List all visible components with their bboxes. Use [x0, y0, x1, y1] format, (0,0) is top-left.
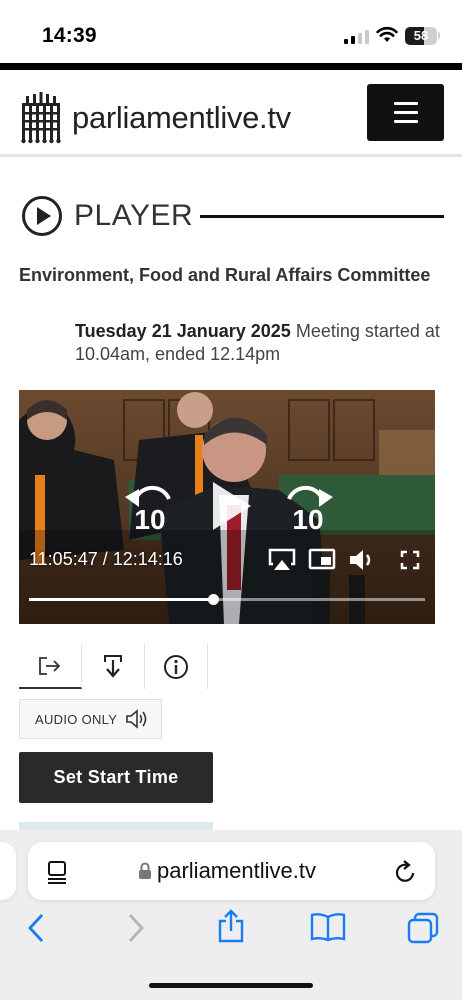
share-arrow-icon — [39, 656, 61, 675]
battery-level: 58 — [413, 28, 429, 43]
site-header: parliamentlive.tv — [0, 70, 462, 157]
video-progress-knob[interactable] — [207, 594, 219, 605]
audio-only-label: AUDIO ONLY — [35, 711, 118, 727]
tabs-icon[interactable] — [406, 912, 440, 944]
meeting-info: Tuesday 21 January 2025 Meeting started … — [75, 320, 445, 366]
reload-icon[interactable] — [394, 859, 418, 885]
forward-10-icon[interactable]: 10 — [279, 483, 335, 531]
speaker-icon — [126, 709, 147, 729]
skip-back-label: 10 — [134, 504, 165, 531]
site-name[interactable]: parliamentlive.tv — [72, 100, 291, 136]
player-title: PLAYER — [74, 199, 194, 232]
back-icon[interactable] — [27, 912, 45, 944]
rewind-10-icon[interactable]: 10 — [123, 483, 179, 531]
committee-title: Environment, Food and Rural Affairs Comm… — [19, 265, 431, 285]
battery-icon: 58 — [405, 27, 437, 45]
cellular-signal-icon — [344, 29, 369, 44]
tab-share[interactable] — [19, 644, 82, 689]
meeting-date: Tuesday 21 January 2025 — [75, 321, 291, 341]
fullscreen-icon[interactable] — [400, 550, 420, 570]
share-icon[interactable] — [216, 908, 246, 944]
audio-only-button[interactable]: AUDIO ONLY — [19, 699, 162, 739]
bookmarks-icon[interactable] — [310, 912, 346, 942]
status-time: 14:39 — [42, 24, 97, 47]
player-heading-rule — [200, 215, 444, 218]
player-tabs — [19, 644, 208, 689]
header-top-rule — [0, 63, 462, 70]
play-icon[interactable] — [209, 478, 255, 534]
volume-icon[interactable] — [348, 548, 376, 572]
download-icon — [104, 654, 122, 678]
portcullis-icon[interactable] — [18, 92, 64, 144]
hamburger-menu-icon — [393, 102, 418, 105]
video-player[interactable]: 10 10 11:05:47 / 12:14:16 — [19, 390, 435, 624]
reader-icon[interactable] — [46, 860, 70, 886]
set-start-time-button[interactable]: Set Start Time — [19, 752, 213, 803]
wifi-icon — [376, 26, 398, 42]
url-text[interactable]: parliamentlive.tv — [157, 858, 316, 884]
battery-cap — [438, 32, 440, 39]
home-indicator — [149, 983, 313, 988]
tab-info[interactable] — [145, 644, 208, 689]
video-time-display: 11:05:47 / 12:14:16 — [29, 549, 183, 569]
forward-icon[interactable] — [127, 912, 145, 944]
browser-toolbar — [0, 909, 462, 952]
hamburger-menu-button[interactable] — [367, 84, 444, 141]
tab-download[interactable] — [82, 644, 145, 689]
lock-icon — [139, 862, 151, 879]
play-circle-icon — [22, 196, 62, 236]
airplay-icon[interactable] — [268, 548, 296, 572]
previous-tab-preview[interactable] — [0, 842, 16, 900]
address-bar[interactable]: parliamentlive.tv — [28, 842, 435, 900]
video-progress-bar[interactable] — [29, 594, 425, 605]
video-progress-fill — [29, 598, 214, 601]
skip-forward-label: 10 — [292, 504, 323, 531]
browser-bottom-bar: parliamentlive.tv — [0, 830, 462, 1000]
status-bar: 14:39 58 — [0, 0, 462, 62]
picture-in-picture-icon[interactable] — [308, 548, 336, 570]
player-heading: PLAYER — [21, 195, 446, 237]
info-icon — [164, 654, 188, 679]
